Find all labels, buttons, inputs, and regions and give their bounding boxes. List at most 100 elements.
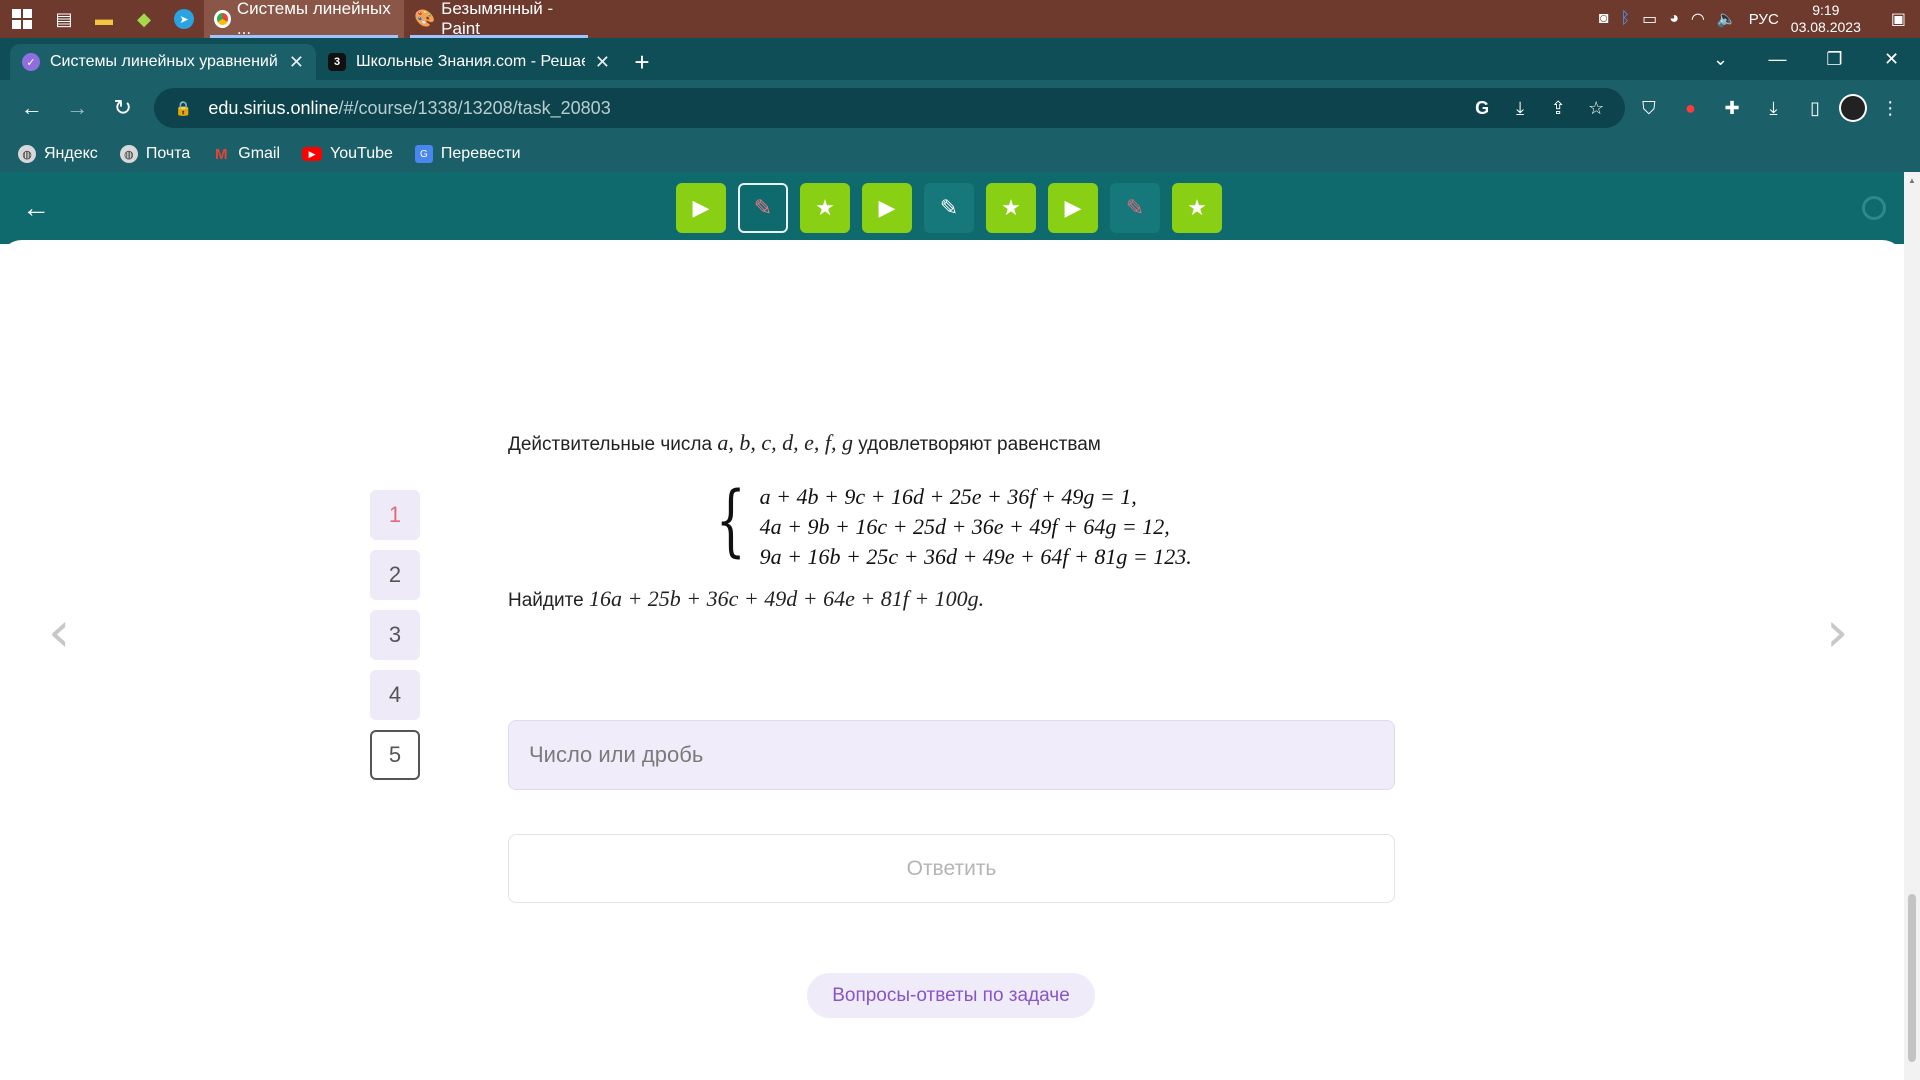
battery-icon[interactable]: ▭ <box>1642 9 1657 29</box>
restore-icon[interactable]: ❐ <box>1806 49 1863 70</box>
profile-avatar[interactable] <box>1838 94 1867 122</box>
side-panel-icon[interactable]: ▯ <box>1797 98 1833 119</box>
bookmarks-bar: ◍ Яндекс ◍ Почта M Gmail ▶ YouTube G Перевест… <box>0 136 1920 172</box>
problem-statement: Действительные числа a, b, c, d, e, f, g… <box>508 430 1398 611</box>
bluetooth-icon[interactable]: ᛒ <box>1620 10 1630 28</box>
tab-title: Школьные Знания.com - Решае <box>356 53 585 70</box>
scroll-up-icon[interactable]: ▲ <box>1908 176 1916 185</box>
address-bar[interactable]: 🔒 edu.sirius.online/#/course/1338/13208/… <box>154 88 1626 128</box>
equation-system: { a + 4b + 9c + 16d + 25e + 36f + 49g = … <box>706 482 1192 570</box>
reload-button[interactable]: ↻ <box>103 88 142 128</box>
task-star-1[interactable]: ★ <box>800 183 850 233</box>
previous-task-chevron-icon[interactable]: ‹ <box>48 600 70 665</box>
globe-icon: ◍ <box>18 145 36 163</box>
problem-intro: Действительные числа a, b, c, d, e, f, g… <box>508 430 1398 456</box>
task-star-3[interactable]: ★ <box>1172 183 1222 233</box>
vpn-icon[interactable]: ◕ <box>1669 10 1679 28</box>
next-task-chevron-icon[interactable]: › <box>1826 600 1848 665</box>
youtube-icon: ▶ <box>302 147 323 161</box>
bookmark-youtube[interactable]: ▶ YouTube <box>302 145 393 163</box>
minimize-icon[interactable]: — <box>1749 49 1806 70</box>
camera-icon[interactable]: ◙ <box>1599 10 1609 28</box>
tab-sirius[interactable]: ✓ Системы линейных уравнений ✕ <box>10 44 316 80</box>
red-extension-icon[interactable]: ● <box>1673 98 1709 119</box>
submit-answer-button[interactable]: Ответить <box>508 834 1395 903</box>
close-tab-icon[interactable]: ✕ <box>595 52 610 73</box>
taskbar-app-chrome[interactable]: Системы линейных ... <box>204 0 404 38</box>
pencil-icon: ✎ <box>753 195 773 220</box>
new-tab-button[interactable]: + <box>622 44 662 80</box>
windows-taskbar: ▤ ▬ ◆ ➤ Системы линейных ... 🎨 Безымянны… <box>0 0 1920 38</box>
url-text[interactable]: edu.sirius.online/#/course/1338/13208/ta… <box>208 98 1457 119</box>
shield-extension-icon[interactable]: ⛉ <box>1631 98 1667 119</box>
task-view-icon[interactable]: ▤ <box>44 0 84 38</box>
google-lens-icon[interactable]: G <box>1469 98 1495 119</box>
back-arrow-icon[interactable]: ← <box>20 192 52 224</box>
bookmark-label: YouTube <box>330 145 393 162</box>
tab-znania[interactable]: 3 Школьные Знания.com - Решае ✕ <box>316 44 622 80</box>
system-brace: { <box>715 476 746 566</box>
scrollbar-thumb[interactable] <box>1908 894 1916 1062</box>
play-icon: ▶ <box>1064 195 1082 220</box>
answer-input[interactable] <box>508 720 1395 790</box>
bookmark-yandex[interactable]: ◍ Яндекс <box>18 145 98 163</box>
znania-favicon-icon: 3 <box>328 53 346 71</box>
close-tab-icon[interactable]: ✕ <box>289 52 304 73</box>
bookmark-pochta[interactable]: ◍ Почта <box>119 145 190 163</box>
extensions-puzzle-icon[interactable]: ✚ <box>1714 98 1750 119</box>
share-icon[interactable]: ⇪ <box>1545 98 1571 119</box>
subtask-4[interactable]: 4 <box>370 670 420 720</box>
subtask-5-current[interactable]: 5 <box>370 730 420 780</box>
subtask-3[interactable]: 3 <box>370 610 420 660</box>
volume-icon[interactable]: 🔈 <box>1717 9 1737 29</box>
translate-icon: G <box>414 145 433 163</box>
star-icon: ★ <box>1187 195 1207 220</box>
wifi-icon[interactable]: ◠ <box>1691 9 1705 29</box>
notifications-icon[interactable]: ▣ <box>1891 9 1906 29</box>
gmail-icon: M <box>215 145 228 163</box>
bookmark-translate[interactable]: G Перевести <box>414 145 521 163</box>
forward-button[interactable]: → <box>57 88 96 128</box>
url-path: /#/course/1338/13208/task_20803 <box>338 97 611 118</box>
bookmark-gmail[interactable]: M Gmail <box>212 145 280 163</box>
downloads-icon[interactable]: ⤓ <box>1756 98 1792 119</box>
back-button[interactable]: ← <box>12 88 51 128</box>
star-icon: ★ <box>815 195 835 220</box>
chrome-menu-icon[interactable]: ⋮ <box>1873 98 1909 119</box>
task-video-3[interactable]: ▶ <box>1048 183 1098 233</box>
task-exercise-2[interactable]: ✎ <box>924 183 974 233</box>
equation-1: a + 4b + 9c + 16d + 25e + 36f + 49g = 1, <box>759 484 1137 509</box>
task-qa-button[interactable]: Вопросы-ответы по задаче <box>807 973 1095 1018</box>
url-host: edu.sirius.online <box>208 97 339 118</box>
sirius-logo-icon <box>1862 196 1886 220</box>
task-content-card <box>0 240 1904 1076</box>
star-icon: ★ <box>1001 195 1021 220</box>
taskbar-app-paint[interactable]: 🎨 Безымянный - Paint <box>404 0 594 38</box>
install-app-icon[interactable]: ⤓ <box>1507 98 1533 119</box>
bookmark-label: Gmail <box>238 145 281 162</box>
subtask-1[interactable]: 1 <box>370 490 420 540</box>
close-window-icon[interactable]: ✕ <box>1863 49 1920 70</box>
windows-start-button[interactable] <box>0 0 44 38</box>
bookmark-star-icon[interactable]: ☆ <box>1583 98 1609 119</box>
window-controls: ⌄ — ❐ ✕ <box>1692 38 1920 80</box>
keyboard-language[interactable]: РУС <box>1749 11 1779 28</box>
task-video-1[interactable]: ▶ <box>676 183 726 233</box>
clock[interactable]: 9:19 03.08.2023 <box>1791 2 1861 36</box>
page-scrollbar[interactable]: ▲ <box>1904 172 1920 1080</box>
task-video-2[interactable]: ▶ <box>862 183 912 233</box>
task-exercise-current[interactable]: ✎ <box>738 183 788 233</box>
task-exercise-3[interactable]: ✎ <box>1110 183 1160 233</box>
intro-suffix: удовлетворяют равенствам <box>858 434 1101 455</box>
course-header: ← ▶ ✎ ★ ▶ ✎ ★ ▶ ✎ ★ <box>0 172 1904 244</box>
taskbar-app-label: Системы линейных ... <box>236 0 391 38</box>
subtask-2[interactable]: 2 <box>370 550 420 600</box>
game-app-icon[interactable]: ◆ <box>124 0 164 38</box>
lock-icon[interactable]: 🔒 <box>170 100 196 117</box>
task-star-2[interactable]: ★ <box>986 183 1036 233</box>
tab-search-icon[interactable]: ⌄ <box>1692 49 1749 70</box>
bookmark-label: Перевести <box>440 145 521 162</box>
sirius-favicon-icon: ✓ <box>22 53 40 71</box>
telegram-icon[interactable]: ➤ <box>164 0 204 38</box>
file-explorer-icon[interactable]: ▬ <box>84 0 124 38</box>
